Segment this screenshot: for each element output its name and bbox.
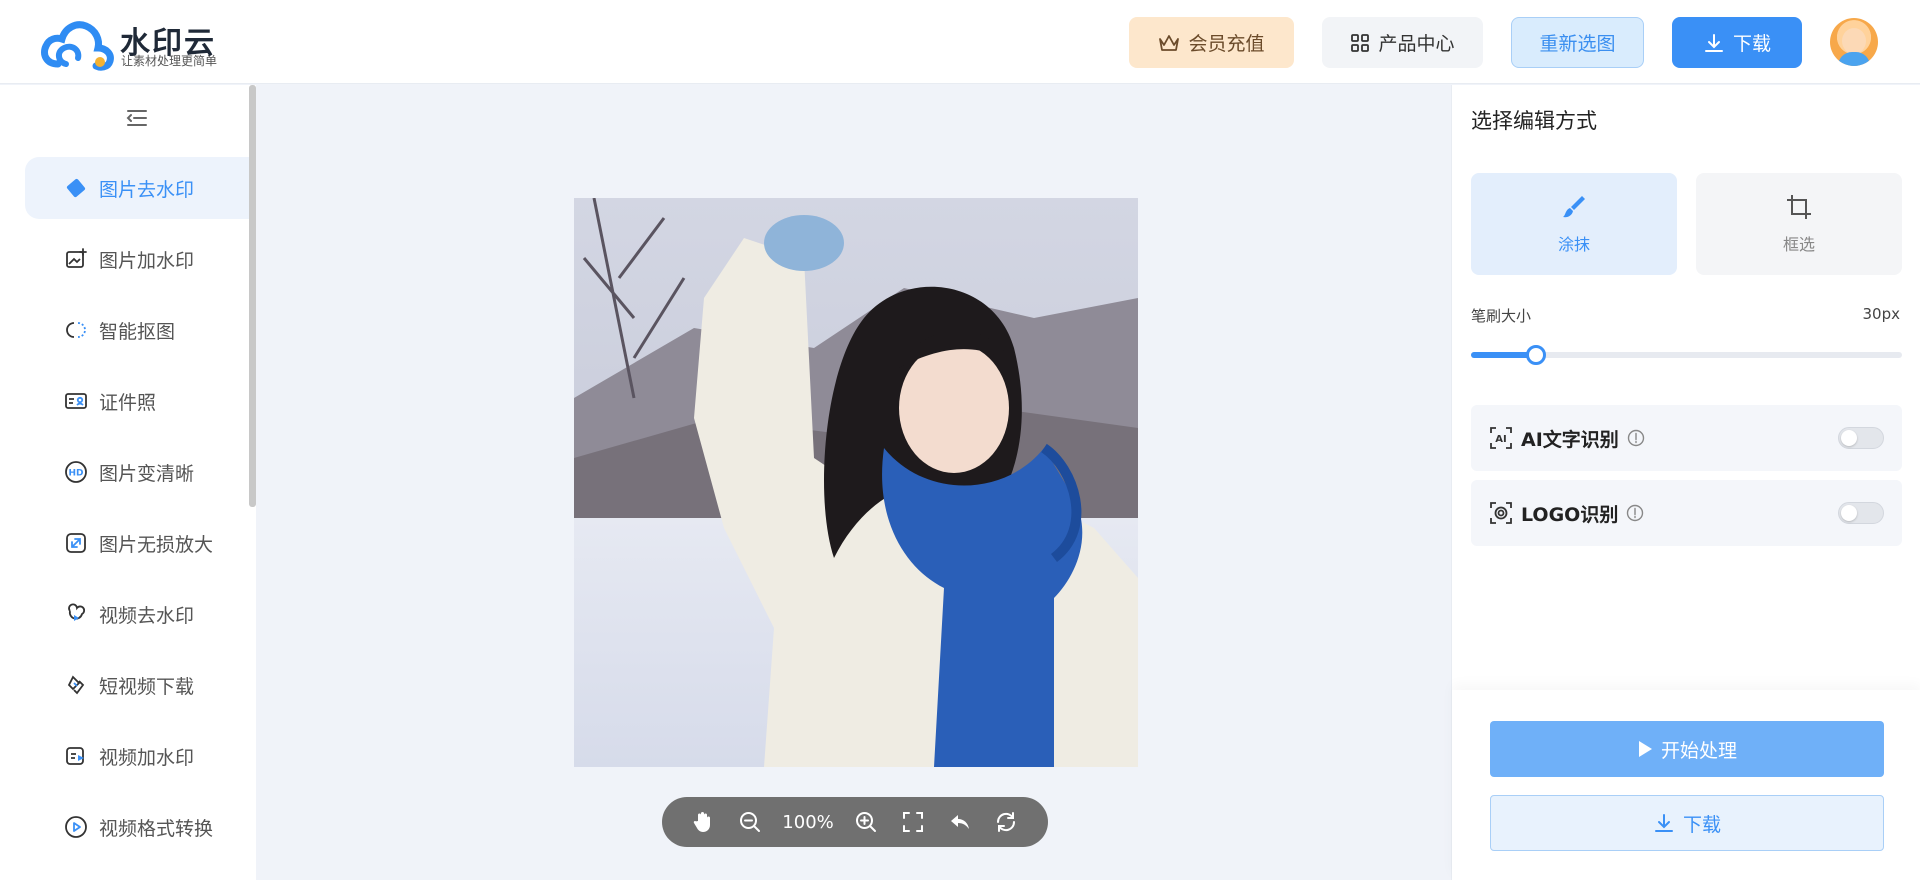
sidebar-item-label: 证件照 xyxy=(99,391,157,414)
sidebar-item-label: 短视频下载 xyxy=(99,675,195,698)
cutout-icon xyxy=(63,317,89,343)
panel-title: 选择编辑方式 xyxy=(1471,109,1597,133)
ai-text-recognition-label: AI文字识别 xyxy=(1521,428,1619,451)
vip-recharge-label: 会员充值 xyxy=(1188,33,1265,55)
sidebar-item-lossless-enlarge[interactable]: 图片无损放大 xyxy=(25,512,249,574)
top-header: 水印云 让素材处理更简单 会员充值 产品中心 重新选图 下载 xyxy=(0,0,1920,84)
logo-detect-icon xyxy=(1489,501,1513,525)
svg-text:HD: HD xyxy=(68,469,83,479)
panel-footer: 开始处理 下载 xyxy=(1452,690,1920,880)
sidebar-item-add-image-watermark[interactable]: 图片加水印 xyxy=(25,228,249,290)
enlarge-icon xyxy=(63,530,89,556)
ai-text-icon: AI xyxy=(1489,426,1513,450)
zoom-out-icon[interactable] xyxy=(735,807,765,837)
sidebar-item-label: 视频去水印 xyxy=(99,604,195,627)
mode-smear-button[interactable]: 涂抹 xyxy=(1471,173,1677,275)
info-icon[interactable] xyxy=(1626,504,1644,522)
avatar-face xyxy=(1842,28,1866,54)
sidebar-item-remove-image-watermark[interactable]: 图片去水印 xyxy=(25,157,249,219)
brush-size-value: 30px xyxy=(1862,305,1901,323)
hand-pan-icon[interactable] xyxy=(688,807,718,837)
cloud-logo-icon xyxy=(41,21,114,71)
reset-icon[interactable] xyxy=(991,807,1021,837)
image-add-icon xyxy=(63,246,89,272)
sidebar-item-smart-cutout[interactable]: 智能抠图 xyxy=(25,299,249,361)
hd-icon: HD xyxy=(63,459,89,485)
download-icon xyxy=(1703,32,1725,54)
logo-recognition-toggle[interactable] xyxy=(1838,502,1884,524)
ai-text-recognition-toggle[interactable] xyxy=(1838,427,1884,449)
play-icon xyxy=(1637,740,1653,758)
product-center-label: 产品中心 xyxy=(1378,33,1455,55)
image-canvas[interactable]: 100% xyxy=(256,85,1451,880)
link-icon xyxy=(63,672,89,698)
brush-size-label: 笔刷大小 xyxy=(1471,307,1532,325)
sidebar-item-short-video-download[interactable]: 短视频下载 xyxy=(25,654,249,716)
photo-illustration xyxy=(574,198,1138,767)
logo-recognition-option: LOGO识别 xyxy=(1471,480,1902,546)
crop-icon xyxy=(1785,193,1813,225)
brush-icon xyxy=(1560,193,1588,225)
product-center-button[interactable]: 产品中心 xyxy=(1322,17,1483,68)
info-icon[interactable] xyxy=(1627,429,1645,447)
sidebar-item-label: 图片去水印 xyxy=(99,178,195,201)
sidebar-scrollbar[interactable] xyxy=(249,85,256,507)
undo-icon[interactable] xyxy=(945,807,975,837)
collapse-menu-icon[interactable] xyxy=(124,105,150,131)
download-button[interactable]: 下载 xyxy=(1672,17,1802,68)
brand-logo[interactable]: 水印云 让素材处理更简单 xyxy=(40,16,230,72)
start-processing-button[interactable]: 开始处理 xyxy=(1490,721,1884,777)
svg-text:AI: AI xyxy=(1495,434,1506,445)
id-card-icon xyxy=(63,388,89,414)
start-processing-label: 开始处理 xyxy=(1660,739,1737,762)
sidebar-item-label: 图片加水印 xyxy=(99,249,195,272)
sidebar-item-label: 视频加水印 xyxy=(99,746,195,769)
zoom-in-icon[interactable] xyxy=(851,807,881,837)
sidebar-item-id-photo[interactable]: 证件照 xyxy=(25,370,249,432)
download-label: 下载 xyxy=(1732,33,1771,55)
sidebar-item-label: 智能抠图 xyxy=(99,320,176,343)
mode-box-select-button[interactable]: 框选 xyxy=(1696,173,1902,275)
sidebar-item-remove-video-watermark[interactable]: 视频去水印 xyxy=(25,583,249,645)
play-circle-icon xyxy=(63,814,89,840)
edit-panel: 选择编辑方式 涂抹 框选 笔刷大小 30px AI AI文字识别 LOGO识别 xyxy=(1451,85,1920,880)
brush-size-slider[interactable] xyxy=(1471,345,1902,365)
eraser-icon xyxy=(63,175,89,201)
vip-recharge-button[interactable]: 会员充值 xyxy=(1129,17,1294,68)
logo-recognition-label: LOGO识别 xyxy=(1521,503,1619,526)
video-eraser-icon xyxy=(63,601,89,627)
brand-tagline: 让素材处理更简单 xyxy=(121,54,218,68)
sidebar-item-image-sharpen[interactable]: HD 图片变清晰 xyxy=(25,441,249,503)
panel-download-label: 下载 xyxy=(1682,813,1721,836)
mode-smear-label: 涂抹 xyxy=(1557,235,1590,254)
grid-icon xyxy=(1350,33,1370,53)
user-avatar[interactable] xyxy=(1830,18,1878,66)
sidebar-item-add-video-watermark[interactable]: 视频加水印 xyxy=(25,725,249,787)
brush-size-slider-handle[interactable] xyxy=(1525,345,1546,365)
fit-screen-icon[interactable] xyxy=(898,807,928,837)
download-icon xyxy=(1653,812,1675,834)
ai-text-recognition-option: AI AI文字识别 xyxy=(1471,405,1902,471)
reselect-image-label: 重新选图 xyxy=(1539,33,1616,55)
uploaded-photo[interactable] xyxy=(574,198,1138,767)
zoom-level: 100% xyxy=(782,811,834,833)
avatar-body xyxy=(1838,52,1870,66)
reselect-image-button[interactable]: 重新选图 xyxy=(1511,17,1644,68)
sidebar-item-label: 视频格式转换 xyxy=(99,817,214,840)
crown-icon xyxy=(1158,33,1180,53)
video-add-icon xyxy=(63,743,89,769)
sidebar-item-video-format-convert[interactable]: 视频格式转换 xyxy=(25,796,249,858)
sidebar-item-label: 图片无损放大 xyxy=(99,533,214,556)
sidebar-item-label: 图片变清晰 xyxy=(99,462,195,485)
panel-download-button[interactable]: 下载 xyxy=(1490,795,1884,851)
sidebar: 图片去水印 图片加水印 智能抠图 证件照 HD 图片变清晰 图片无损放大 视频去… xyxy=(0,85,256,880)
mode-box-select-label: 框选 xyxy=(1782,235,1815,254)
canvas-toolbar: 100% xyxy=(662,797,1048,847)
